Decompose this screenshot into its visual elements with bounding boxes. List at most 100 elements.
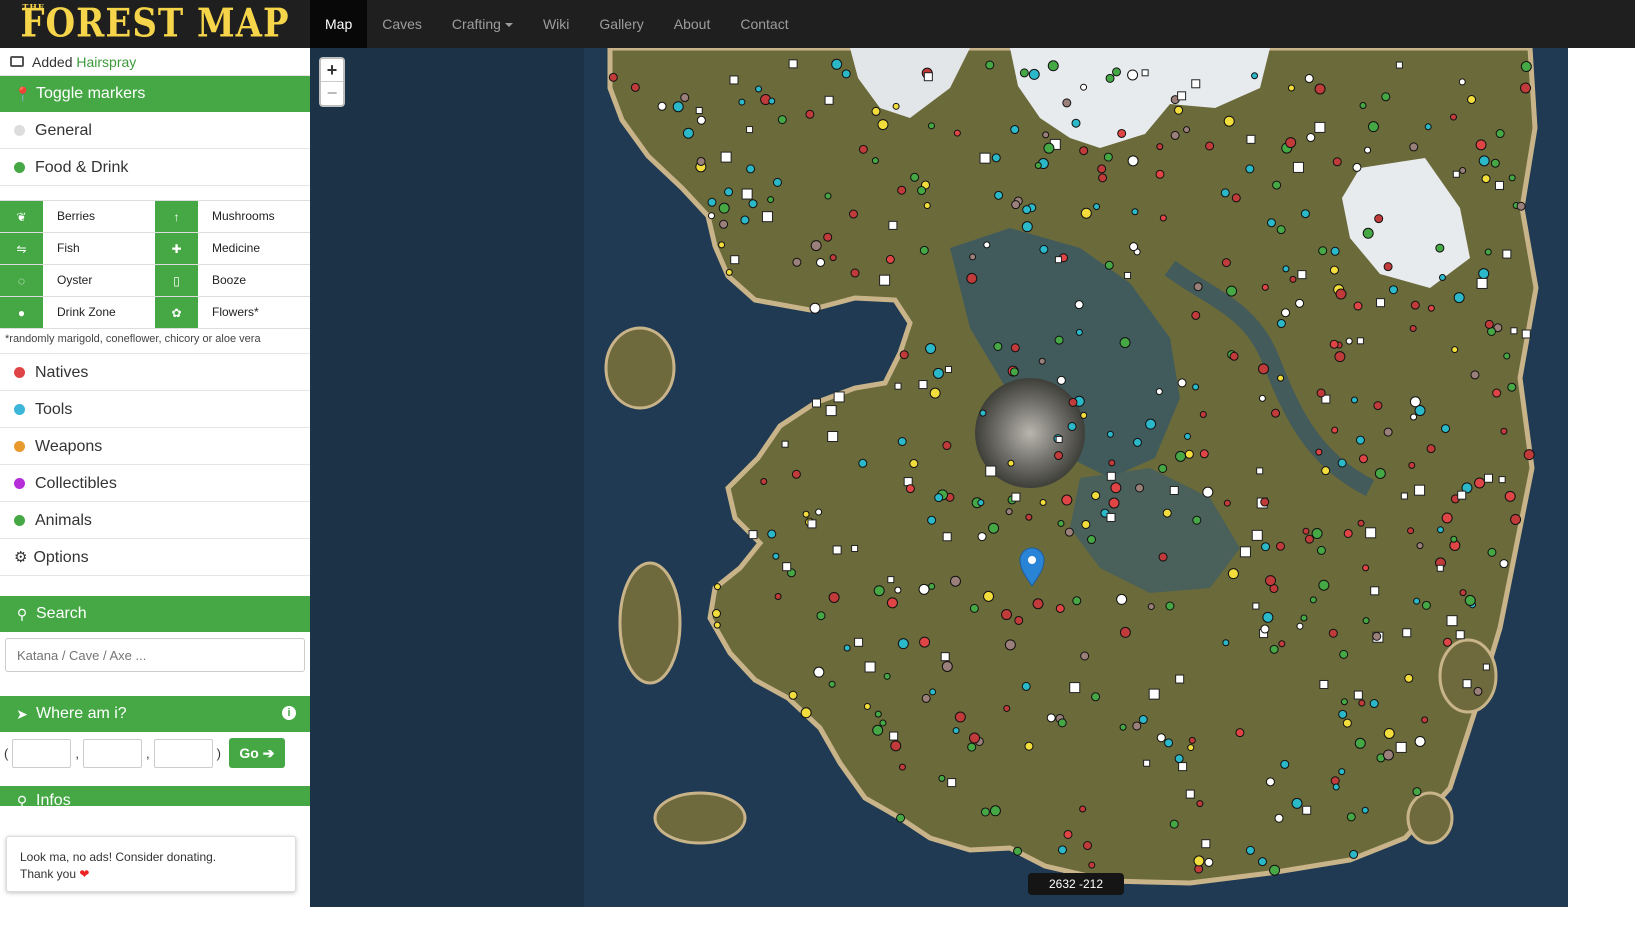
category-natives[interactable]: Natives xyxy=(0,354,310,391)
map-marker-icon[interactable] xyxy=(969,253,977,261)
map-marker-icon[interactable] xyxy=(899,350,909,360)
sub-drink-zone[interactable]: ● Drink Zone xyxy=(0,297,155,329)
house-marker-icon[interactable] xyxy=(1476,277,1488,289)
map-marker-icon[interactable] xyxy=(848,209,858,219)
map-marker-icon[interactable] xyxy=(1265,777,1275,787)
map-marker-icon[interactable] xyxy=(1062,98,1072,108)
map-marker-icon[interactable] xyxy=(1361,806,1369,814)
map-marker-icon[interactable] xyxy=(1019,68,1029,78)
house-marker-icon[interactable] xyxy=(812,398,822,408)
map-marker-icon[interactable] xyxy=(1359,102,1367,110)
map-marker-icon[interactable] xyxy=(1291,797,1303,809)
house-marker-icon[interactable] xyxy=(807,519,817,529)
map-marker-icon[interactable] xyxy=(1047,60,1059,72)
map-marker-icon[interactable] xyxy=(1112,67,1122,77)
map-marker-icon[interactable] xyxy=(1453,292,1465,304)
map-marker-icon[interactable] xyxy=(1119,337,1131,349)
map-marker-icon[interactable] xyxy=(1487,547,1497,557)
house-marker-icon[interactable] xyxy=(1436,564,1444,572)
house-marker-icon[interactable] xyxy=(1302,805,1312,815)
map-marker-icon[interactable] xyxy=(929,387,941,399)
house-marker-icon[interactable] xyxy=(761,211,773,223)
map-marker-icon[interactable] xyxy=(1281,308,1291,318)
house-marker-icon[interactable] xyxy=(864,661,876,673)
map-marker-icon[interactable] xyxy=(823,232,833,242)
house-marker-icon[interactable] xyxy=(1178,762,1188,772)
map-marker-icon[interactable] xyxy=(1057,718,1067,728)
map-marker-icon[interactable] xyxy=(748,199,758,209)
map-marker-icon[interactable] xyxy=(1426,444,1436,454)
map-marker-icon[interactable] xyxy=(1258,394,1266,402)
house-marker-icon[interactable] xyxy=(1314,121,1326,133)
map-marker-icon[interactable] xyxy=(1104,260,1114,270)
map-marker-icon[interactable] xyxy=(713,621,721,629)
map-marker-icon[interactable] xyxy=(788,690,798,700)
map-marker-icon[interactable] xyxy=(1174,105,1184,115)
map-marker-icon[interactable] xyxy=(909,459,919,469)
house-marker-icon[interactable] xyxy=(824,95,834,105)
map-marker-icon[interactable] xyxy=(1162,508,1172,518)
map-marker-icon[interactable] xyxy=(724,187,734,197)
map-marker-icon[interactable] xyxy=(657,101,667,111)
map-marker-icon[interactable] xyxy=(1337,458,1347,468)
map-marker-icon[interactable] xyxy=(1042,131,1050,139)
map-marker-icon[interactable] xyxy=(1414,735,1426,747)
map-marker-icon[interactable] xyxy=(1484,319,1494,329)
map-marker-icon[interactable] xyxy=(858,458,868,468)
map-marker-icon[interactable] xyxy=(1227,568,1239,580)
map-marker-icon[interactable] xyxy=(696,156,706,166)
map-marker-icon[interactable] xyxy=(1105,73,1115,83)
house-marker-icon[interactable] xyxy=(1246,134,1256,144)
map-marker-icon[interactable] xyxy=(1435,243,1445,253)
map-marker-icon[interactable] xyxy=(1334,351,1346,363)
sub-fish[interactable]: ⇋ Fish xyxy=(0,233,155,265)
map-marker-icon[interactable] xyxy=(805,109,815,119)
map-marker-icon[interactable] xyxy=(1129,242,1139,252)
house-marker-icon[interactable] xyxy=(720,151,732,163)
map-marker-icon[interactable] xyxy=(905,484,915,494)
map-marker-icon[interactable] xyxy=(1328,628,1338,638)
map-marker-icon[interactable] xyxy=(918,583,930,595)
map-marker-icon[interactable] xyxy=(1251,72,1259,80)
house-marker-icon[interactable] xyxy=(1400,492,1408,500)
map-marker-icon[interactable] xyxy=(1358,699,1366,707)
house-marker-icon[interactable] xyxy=(1124,271,1132,279)
search-input[interactable] xyxy=(5,638,305,672)
map-marker-icon[interactable] xyxy=(1103,152,1113,162)
map-marker-icon[interactable] xyxy=(1338,768,1346,776)
house-marker-icon[interactable] xyxy=(918,380,928,390)
map-marker-icon[interactable] xyxy=(897,185,907,195)
map-marker-icon[interactable] xyxy=(1135,483,1145,493)
map-marker-icon[interactable] xyxy=(1261,283,1269,291)
map-marker-icon[interactable] xyxy=(1054,335,1064,345)
map-marker-icon[interactable] xyxy=(967,742,977,752)
map-marker-icon[interactable] xyxy=(738,98,746,106)
map-marker-icon[interactable] xyxy=(1193,855,1205,867)
map-marker-icon[interactable] xyxy=(897,437,907,447)
house-marker-icon[interactable] xyxy=(979,152,991,164)
news-bar[interactable]: Added Hairspray xyxy=(0,48,310,76)
map-marker-icon[interactable] xyxy=(1155,169,1165,179)
map-marker-icon[interactable] xyxy=(630,82,640,92)
nav-map[interactable]: Map xyxy=(310,0,368,48)
coord-z-input[interactable] xyxy=(153,738,213,768)
map-marker-icon[interactable] xyxy=(1507,382,1517,392)
map-marker-icon[interactable] xyxy=(1272,180,1282,190)
map-marker-icon[interactable] xyxy=(1349,849,1359,859)
map-marker-icon[interactable] xyxy=(1329,265,1339,275)
site-logo[interactable]: THE FOREST MAP xyxy=(0,0,310,48)
map-marker-icon[interactable] xyxy=(1318,579,1330,591)
map-marker-icon[interactable] xyxy=(1410,413,1418,421)
map-marker-icon[interactable] xyxy=(1223,499,1231,507)
map-marker-icon[interactable] xyxy=(993,341,1003,351)
map-marker-icon[interactable] xyxy=(1508,174,1516,182)
toggle-markers-header[interactable]: 📍 Toggle markers xyxy=(0,76,310,112)
house-marker-icon[interactable] xyxy=(1370,586,1380,596)
map-marker-icon[interactable] xyxy=(892,102,900,110)
map-marker-icon[interactable] xyxy=(1523,449,1535,461)
sub-flowers[interactable]: ✿ Flowers* xyxy=(155,297,310,329)
map-marker-icon[interactable] xyxy=(1372,631,1382,641)
map-marker-icon[interactable] xyxy=(1005,508,1013,516)
map-marker-icon[interactable] xyxy=(1441,424,1451,434)
map-marker-icon[interactable] xyxy=(1222,639,1230,647)
